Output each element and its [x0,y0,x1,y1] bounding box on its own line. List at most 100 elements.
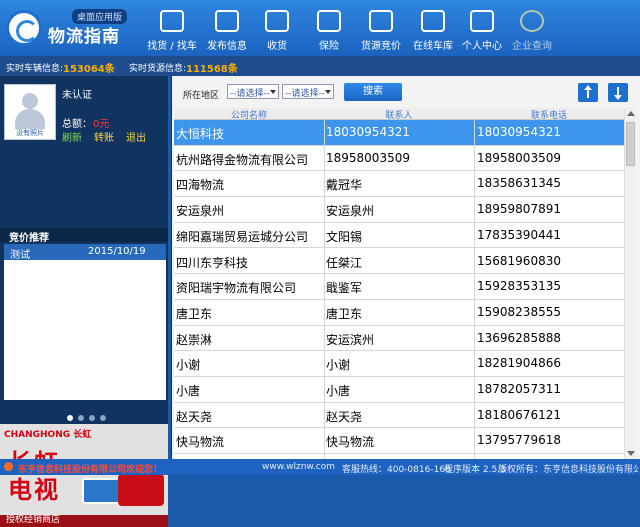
version: 程序版本 2.5.3 [444,465,506,475]
nav-find-cargo-truck[interactable]: 找货 / 找车 [146,10,198,52]
company-cell: 四海物流 [176,178,225,193]
user-icon [470,10,494,32]
table-row[interactable]: 大恒科技 18030954321 18030954321 [174,120,624,146]
dot-icon[interactable] [100,415,106,421]
phone-cell: 15681960830 [477,253,561,268]
recharge-link[interactable]: 转账 [94,129,114,144]
list-item[interactable]: 测试 2015/10/19 [4,244,166,261]
company-cell: 杭州路得金物流有限公司 [176,152,309,167]
cargo-count: 111568条 [186,64,238,75]
top-toolbar: 桌面应用版 物流指南 找货 / 找车 发布信息 收货 保险 货源竞价 在线车库 … [0,0,640,56]
arrow-down-icon[interactable] [608,83,628,102]
nav-label: 货源竞价 [361,41,401,52]
table-row[interactable]: 赵崇淋 安运滨州 13696285888 [174,325,624,352]
phone-cell: 18358631345 [477,176,561,191]
recommend-date: 2015/10/19 [88,246,146,257]
table-row[interactable]: 快马物流 快马物流 13795779618 [174,428,624,455]
company-cell: 安运泉州 [176,204,225,219]
table-row[interactable]: 唐卫东 唐卫东 15908238555 [174,299,624,326]
table-row[interactable]: 杭州路得金物流有限公司 18958003509 18958003509 [174,145,624,172]
vehicle-label: 实时车辆信息: [6,64,64,74]
carousel-dots[interactable] [67,410,111,424]
company-cell: 赵崇淋 [176,332,213,347]
status-bar: 实时车辆信息: 153064条 实时货源信息: 111568条 [0,56,640,76]
nav-personal-center[interactable]: 个人中心 [456,10,508,52]
contact-cell: 任桀江 [326,255,363,270]
recommend-title: 竞价推荐 [0,228,168,244]
table-header: 公司名称 联系人 联系电话 [174,108,624,121]
nav-label: 发布信息 [207,41,247,52]
balance-value: 0元 [93,119,110,130]
table-row[interactable]: 安运泉州 安运泉州 18959807891 [174,197,624,223]
nav-cargo-bidding[interactable]: 货源竞价 [355,10,407,52]
nav-label: 个人中心 [462,41,502,52]
region-label: 所在地区 [183,91,220,101]
ad-promo-image [118,474,164,506]
ad-brand: CHANGHONG 长虹 [4,430,92,440]
phone-cell: 18180676121 [477,407,561,422]
ad-banner[interactable]: CHANGHONG 长虹 长虹电视 授权经销商店 [0,424,168,527]
province-select[interactable]: --请选择-- [227,84,279,99]
contact-cell: 安运泉州 [326,204,375,219]
contact-cell: 唐卫东 [326,306,363,321]
avatar[interactable]: 没有照片 [4,84,56,140]
chevron-down-icon [270,90,276,94]
company-cell: 绵阳嘉瑞贸易运城分公司 [176,229,309,244]
left-panel: 没有照片 未认证 总额： 0元 刷新 转账 退出 竞价推荐 测试 2015/10… [0,76,168,527]
scroll-down-icon[interactable] [627,451,635,456]
contact-cell: 安运滨州 [326,332,375,347]
table-row[interactable]: 四川东亨科技 任桀江 15681960830 [174,248,624,275]
nav-label: 企业查询 [512,41,552,52]
contact-cell: 戢鉴军 [326,281,363,296]
nav-insurance[interactable]: 保险 [303,10,355,52]
table-row[interactable]: 资阳瑞宇物流有限公司 戢鉴军 15928353135 [174,274,624,300]
column-divider [324,120,325,460]
phone-cell: 18959807891 [477,202,561,217]
document-icon [215,10,239,32]
ad-footer: 授权经销商店 [6,515,61,525]
app-title: 物流指南 [48,27,120,47]
website-link[interactable]: www.wlznw.com [262,462,335,472]
nav-publish-info[interactable]: 发布信息 [201,10,253,52]
dot-icon[interactable] [89,415,95,421]
chevron-down-icon [325,90,331,94]
table-row[interactable]: 四海物流 戴冠华 18358631345 [174,171,624,198]
dot-icon[interactable] [67,415,73,421]
table-row[interactable]: 小谢 小谢 18281904866 [174,351,624,377]
phone-cell: 13795779618 [477,433,561,448]
arrow-up-icon[interactable] [578,83,598,102]
table-scrollbar[interactable] [624,108,636,460]
cargo-label: 实时货源信息: [129,64,187,74]
no-photo-label: 没有照片 [16,129,44,137]
nav-label: 保险 [319,41,339,52]
table-row[interactable]: 绵阳嘉瑞贸易运城分公司 文阳锡 17835390441 [174,222,624,249]
phone-cell: 17835390441 [477,227,561,242]
city-select[interactable]: --请选择-- [282,84,334,99]
scroll-up-icon[interactable] [627,111,635,116]
refresh-link[interactable]: 刷新 [62,129,82,144]
company-cell: 唐卫东 [176,306,213,321]
gavel-icon [369,10,393,32]
hotline: 客服热线：400-0816-168 [342,465,451,475]
company-cell: 快马物流 [176,435,225,450]
app-logo-icon [6,10,42,46]
avatar-head-icon [22,93,38,109]
contact-cell: 18958003509 [326,150,410,165]
truck-icon [160,10,184,32]
phone-cell: 13696285888 [477,330,561,345]
phone-cell: 18030954321 [477,125,561,139]
province-value: --请选择-- [230,89,270,99]
table-row[interactable]: 赵天尧 赵天尧 18180676121 [174,402,624,429]
contact-cell: 小谢 [326,358,351,373]
company-table: 公司名称 联系人 联系电话 大恒科技 18030954321 18030954321… [174,108,624,460]
shield-icon [317,10,341,32]
nav-receive[interactable]: 收货 [251,10,303,52]
logout-link[interactable]: 退出 [126,129,146,144]
nav-company-search[interactable]: 企业查询 [506,10,558,52]
table-row[interactable]: 小唐 小唐 18782057311 [174,377,624,403]
contact-cell: 小唐 [326,384,351,398]
nav-online-garage[interactable]: 在线车库 [407,10,459,52]
scroll-thumb[interactable] [626,122,635,166]
search-button[interactable]: 搜索 [344,83,402,101]
dot-icon[interactable] [78,415,84,421]
